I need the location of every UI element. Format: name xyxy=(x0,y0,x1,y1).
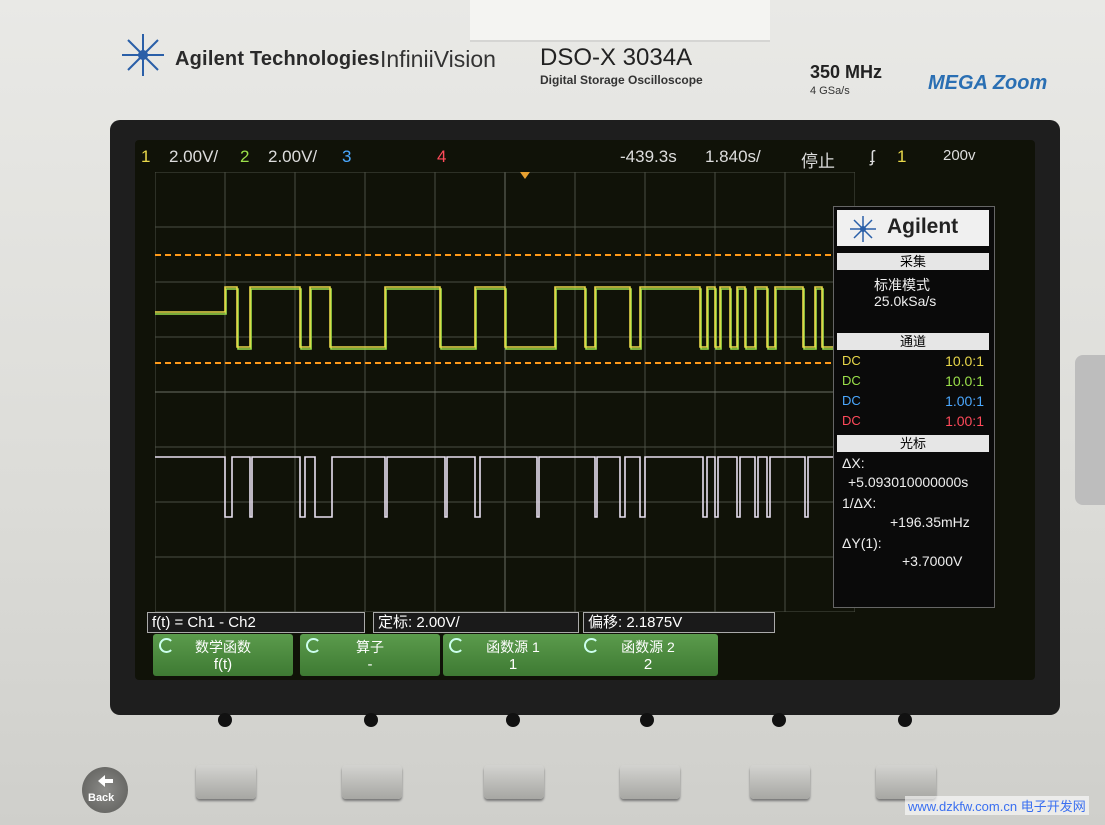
ch4-number[interactable]: 4 xyxy=(437,147,446,167)
function-offset: 偏移: 2.1875V xyxy=(583,612,775,633)
back-button[interactable] xyxy=(82,767,128,813)
watermark: www.dzkfw.com.cn 电子开发网 xyxy=(905,796,1089,815)
channel-coupling-4: DC xyxy=(842,413,861,428)
channel-probe-ratio-2: 10.0:1 xyxy=(945,373,984,389)
softkey-dot-1 xyxy=(218,713,232,727)
ch1-waveform xyxy=(155,286,855,348)
back-label: Back xyxy=(88,792,115,804)
brand-model: DSO-X 3034A xyxy=(540,44,693,71)
status-row: 1 2.00V/ 2 2.00V/ 3 4 -439.3s 1.840s/ 停止… xyxy=(135,144,1035,171)
ch1-number[interactable]: 1 xyxy=(141,147,150,167)
side-logo-box: Agilent xyxy=(837,210,989,246)
trigger-source: 1 xyxy=(897,147,907,166)
softkey-dot-5 xyxy=(772,713,786,727)
ch2-number[interactable]: 2 xyxy=(240,147,249,167)
channel-coupling-3: DC xyxy=(842,393,861,408)
softkey-value: 2 xyxy=(643,656,653,673)
side-panel: Agilent 采集 标准模式 25.0kSa/s 通道 DC 10.0:1 DC 1… xyxy=(833,206,995,608)
delta-x-label: ΔX: xyxy=(842,455,865,471)
softkey-value: f(t) xyxy=(213,656,233,673)
delta-x-value: +5.093010000000s xyxy=(848,474,969,490)
sample-rate-label: 4 GSa/s xyxy=(810,85,850,97)
bandwidth-label: 350 MHz xyxy=(810,62,883,82)
side-logo-text: Agilent xyxy=(887,215,959,238)
brand-bar: Agilent Technologies InfiniiVision DSO-X… xyxy=(100,22,1080,117)
acquire-header[interactable]: 采集 xyxy=(837,253,989,270)
delta-y-label: ΔY(1): xyxy=(842,535,882,551)
softkey-1[interactable]: 数学函数 f(t) xyxy=(153,634,293,676)
function-expression: f(t) = Ch1 - Ch2 xyxy=(147,612,365,633)
softkey-button-6[interactable] xyxy=(876,765,936,799)
run-state: 停止 xyxy=(801,152,835,171)
trigger-level: 200v xyxy=(943,147,976,164)
softkey-label: 数学函数 xyxy=(195,639,251,655)
softkey-button-5[interactable] xyxy=(750,765,810,799)
channels-header[interactable]: 通道 xyxy=(837,333,989,350)
inverse-delta-x-value: +196.35mHz xyxy=(890,514,970,530)
softkey-button-4[interactable] xyxy=(620,765,680,799)
channel-probe-ratio-4: 1.00:1 xyxy=(945,413,984,429)
channel-coupling-1: DC xyxy=(842,353,861,368)
softkey-button-3[interactable] xyxy=(484,765,544,799)
channel-probe-ratio-1: 10.0:1 xyxy=(945,353,984,369)
channel-coupling-2: DC xyxy=(842,373,861,388)
ch2-scale: 2.00V/ xyxy=(268,147,318,166)
softkey-dot-6 xyxy=(898,713,912,727)
channel-probe-ratio-3: 1.00:1 xyxy=(945,393,984,409)
softkey-label: 函数源 1 xyxy=(486,639,540,655)
brand-model-desc: Digital Storage Oscilloscope xyxy=(540,73,703,87)
softkey-label: 算子 xyxy=(356,639,384,655)
acquire-rate: 25.0kSa/s xyxy=(874,293,937,309)
side-knob[interactable] xyxy=(1075,355,1105,505)
brand-company: Agilent Technologies xyxy=(175,48,380,70)
timebase: 1.840s/ xyxy=(705,147,761,166)
softkey-value: 1 xyxy=(508,656,518,673)
softkey-row: 数学函数 f(t) 算子 - 函数源 1 1 函数源 22 xyxy=(153,634,718,678)
trigger-edge-icon: ʄ xyxy=(870,147,875,166)
softkey-dot-4 xyxy=(640,713,654,727)
back-arrow-icon xyxy=(98,775,113,787)
function-scale: 定标: 2.00V/ xyxy=(373,612,579,633)
softkey-value: - xyxy=(367,656,373,673)
ch3-number[interactable]: 3 xyxy=(342,147,351,167)
acquire-mode: 标准模式 xyxy=(874,277,930,293)
ch1-scale: 2.00V/ xyxy=(169,147,219,166)
agilent-spark-logo-icon xyxy=(122,34,164,76)
softkey-4[interactable]: 函数源 22 xyxy=(578,634,718,676)
softkey-button-2[interactable] xyxy=(342,765,402,799)
horizontal-delay: -439.3s xyxy=(620,147,677,166)
softkey-dot-3 xyxy=(506,713,520,727)
delta-y-value: +3.7000V xyxy=(902,553,963,569)
oscilloscope-screen: 1 2.00V/ 2 2.00V/ 3 4 -439.3s 1.840s/ 停止… xyxy=(135,140,1035,680)
cursors-header[interactable]: 光标 xyxy=(837,435,989,452)
inverse-delta-x-label: 1/ΔX: xyxy=(842,495,877,511)
waveform-graticule[interactable]: T xyxy=(155,172,855,612)
softkey-button-1[interactable] xyxy=(196,765,256,799)
brand-series: InfiniiVision xyxy=(380,46,496,72)
megazoom-text: MEGA Zoom xyxy=(928,72,1048,94)
trigger-position-marker xyxy=(520,172,530,179)
agilent-spark-icon xyxy=(850,216,876,242)
softkey-label: 函数源 2 xyxy=(621,639,675,655)
megazoom-badge: MEGA Zoom xyxy=(928,66,1098,104)
softkey-2[interactable]: 算子 - xyxy=(300,634,440,676)
function-bar: f(t) = Ch1 - Ch2 定标: 2.00V/ 偏移: 2.1875V xyxy=(147,612,787,633)
softkey-3[interactable]: 函数源 11 xyxy=(443,634,583,676)
softkey-dot-2 xyxy=(364,713,378,727)
